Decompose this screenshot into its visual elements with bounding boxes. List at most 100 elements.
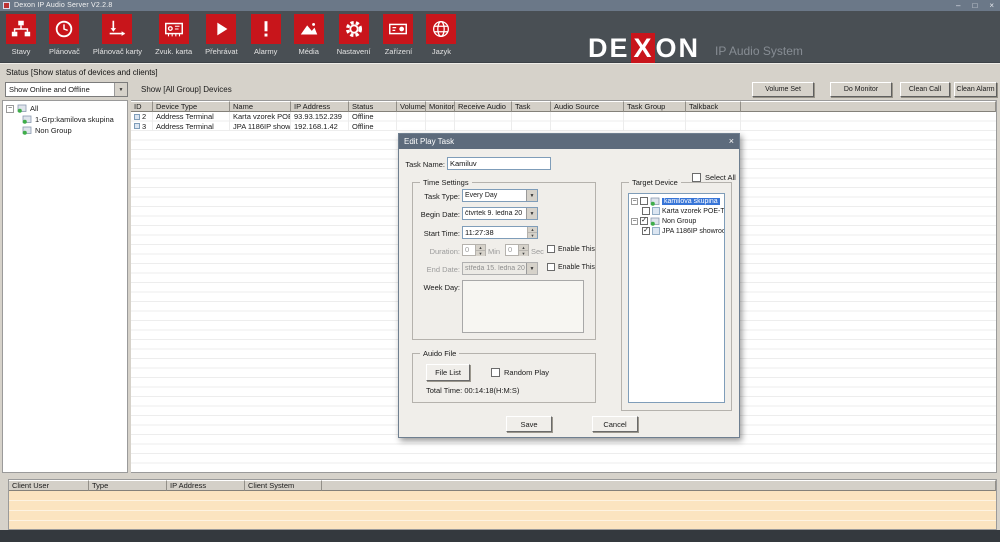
group-icon	[650, 197, 660, 206]
target-tree-item[interactable]: − kamilova skupina	[631, 196, 724, 206]
sec-spinner: ▲▼	[518, 245, 528, 255]
do-monitor-button[interactable]: Do Monitor	[830, 82, 892, 97]
start-time-label: Start Time:	[414, 229, 460, 239]
task-name-input[interactable]	[447, 157, 551, 170]
column-header[interactable]: IP Address	[291, 101, 349, 112]
duration-sec-value: 0	[506, 245, 518, 255]
chevron-down-icon: ▼	[526, 263, 537, 274]
dialog-title-bar[interactable]: Edit Play Task ×	[399, 134, 739, 149]
column-header[interactable]: IP Address	[167, 480, 245, 491]
begin-date-select[interactable]: čtvrtek 9. ledna 20 ▼	[462, 207, 538, 220]
close-icon[interactable]: ×	[729, 134, 734, 149]
collapse-icon[interactable]: −	[631, 198, 638, 205]
cell-ip: 93.93.152.239	[291, 112, 349, 122]
toolbar-button-media[interactable]: Média	[292, 14, 326, 56]
checkbox-icon[interactable]	[547, 245, 555, 253]
tree-item-label: 1-Grp:kamilova skupina	[35, 115, 114, 124]
duration-enable-checkbox[interactable]: Enable This	[547, 245, 595, 253]
clean-alarm-button[interactable]: Clean Alarm	[954, 82, 997, 97]
column-header[interactable]: Type	[89, 480, 167, 491]
toolbar-button-alarmy[interactable]: Alarmy	[249, 14, 283, 56]
min-spinner: ▲▼	[475, 245, 485, 255]
clean-call-button[interactable]: Clean Call	[900, 82, 950, 97]
file-list-button[interactable]: File List	[426, 364, 470, 381]
brand-text-de: DE	[588, 34, 630, 62]
column-header[interactable]: Name	[230, 101, 291, 112]
toolbar-button-prehravat[interactable]: Přehrávat	[203, 14, 240, 56]
begin-date-value: čtvrtek 9. ledna 20	[463, 210, 526, 217]
column-header[interactable]: Client User	[9, 480, 89, 491]
table-row[interactable]: 3 Address Terminal JPA 1186IP showroom 1…	[131, 122, 996, 132]
end-date-select: středa 15. ledna 20 ▼	[462, 262, 538, 275]
target-tree-label: Non Group	[662, 218, 696, 225]
column-header[interactable]: Client System	[245, 480, 322, 491]
audio-file-legend: Auido File	[420, 349, 459, 358]
checkbox-icon[interactable]	[640, 197, 648, 205]
checkbox-checked-icon[interactable]: ✓	[640, 217, 648, 225]
column-header[interactable]: Monitor	[426, 101, 455, 112]
chevron-down-icon[interactable]: ▼	[114, 83, 127, 96]
time-spinner[interactable]: ▲▼	[527, 227, 537, 238]
end-date-enable-checkbox[interactable]: Enable This	[547, 263, 595, 271]
select-all-checkbox[interactable]: Select All	[692, 173, 736, 182]
target-tree-item[interactable]: − ✓ Non Group	[631, 216, 724, 226]
task-type-label: Task Type:	[414, 192, 460, 202]
checkbox-icon[interactable]	[547, 263, 555, 271]
task-type-select[interactable]: Every Day ▼	[462, 189, 538, 202]
column-header[interactable]: ID	[131, 101, 153, 112]
cell-name: Karta vzorek POE-T2	[230, 112, 291, 122]
close-icon[interactable]: ×	[989, 1, 994, 11]
volume-set-button[interactable]: Volume Set	[752, 82, 814, 97]
save-button[interactable]: Save	[506, 416, 552, 432]
column-header[interactable]: Volume	[397, 101, 426, 112]
checkbox-icon[interactable]	[642, 207, 650, 215]
minimize-icon[interactable]: –	[956, 1, 960, 11]
column-header[interactable]: Task Group	[624, 101, 686, 112]
start-time-field[interactable]: 11:27:38 ▲▼	[462, 226, 538, 239]
checkbox-checked-icon[interactable]: ✓	[642, 227, 650, 235]
collapse-icon[interactable]: −	[631, 218, 638, 225]
week-day-listbox[interactable]	[462, 280, 584, 333]
target-tree-item[interactable]: Karta vzorek POE-T2	[631, 206, 724, 216]
toolbar-label: Média	[298, 47, 318, 56]
cancel-button[interactable]: Cancel	[592, 416, 638, 432]
target-tree-item[interactable]: ✓ JPA 1186IP showroom	[631, 226, 724, 236]
tree-item-group[interactable]: 1-Grp:kamilova skupina	[22, 114, 127, 125]
column-header[interactable]: Talkback	[686, 101, 741, 112]
toolbar-button-planovac[interactable]: Plánovač	[47, 14, 82, 56]
toolbar-label: Přehrávat	[205, 47, 238, 56]
toolbar-button-jazyk[interactable]: Jazyk	[424, 14, 458, 56]
spin-down-icon[interactable]: ▼	[528, 233, 537, 238]
task-name-label: Task Name:	[401, 160, 445, 170]
column-header-filler	[741, 101, 996, 112]
column-header[interactable]: Task	[512, 101, 551, 112]
table-row[interactable]: 2 Address Terminal Karta vzorek POE-T2 9…	[131, 112, 996, 122]
end-date-label: End Date:	[414, 265, 460, 275]
column-header[interactable]: Audio Source	[551, 101, 624, 112]
tree-item-all[interactable]: − All	[6, 103, 127, 114]
random-play-checkbox[interactable]: Random Play	[491, 368, 549, 377]
collapse-icon[interactable]: −	[6, 105, 14, 113]
duration-min-label: Min	[488, 247, 502, 257]
total-time-text: Total Time: 00:14:18(H:M:S)	[426, 386, 519, 395]
sound-card-icon	[159, 14, 189, 44]
chevron-down-icon[interactable]: ▼	[526, 208, 537, 219]
toolbar-button-planovac-karty[interactable]: Plánovač karty	[91, 14, 144, 56]
checkbox-icon[interactable]	[692, 173, 701, 182]
toolbar-button-zvuk-karta[interactable]: Zvuk. karta	[153, 14, 194, 56]
device-icon	[134, 114, 140, 120]
play-icon	[206, 14, 236, 44]
chevron-down-icon[interactable]: ▼	[526, 190, 537, 201]
tree-item-nongroup[interactable]: Non Group	[22, 125, 127, 136]
tree-item-label: Non Group	[35, 126, 72, 135]
online-filter-select[interactable]: Show Online and Offline ▼	[5, 82, 128, 97]
toolbar-button-nastaveni[interactable]: Nastavení	[335, 14, 373, 56]
group-icon	[650, 217, 660, 226]
maximize-icon[interactable]: □	[972, 1, 977, 11]
column-header[interactable]: Device Type	[153, 101, 230, 112]
column-header[interactable]: Receive Audio	[455, 101, 512, 112]
toolbar-button-zarizeni[interactable]: Zařízení	[381, 14, 415, 56]
checkbox-icon[interactable]	[491, 368, 500, 377]
toolbar-button-stavy[interactable]: Stavy	[4, 14, 38, 56]
column-header[interactable]: Status	[349, 101, 397, 112]
